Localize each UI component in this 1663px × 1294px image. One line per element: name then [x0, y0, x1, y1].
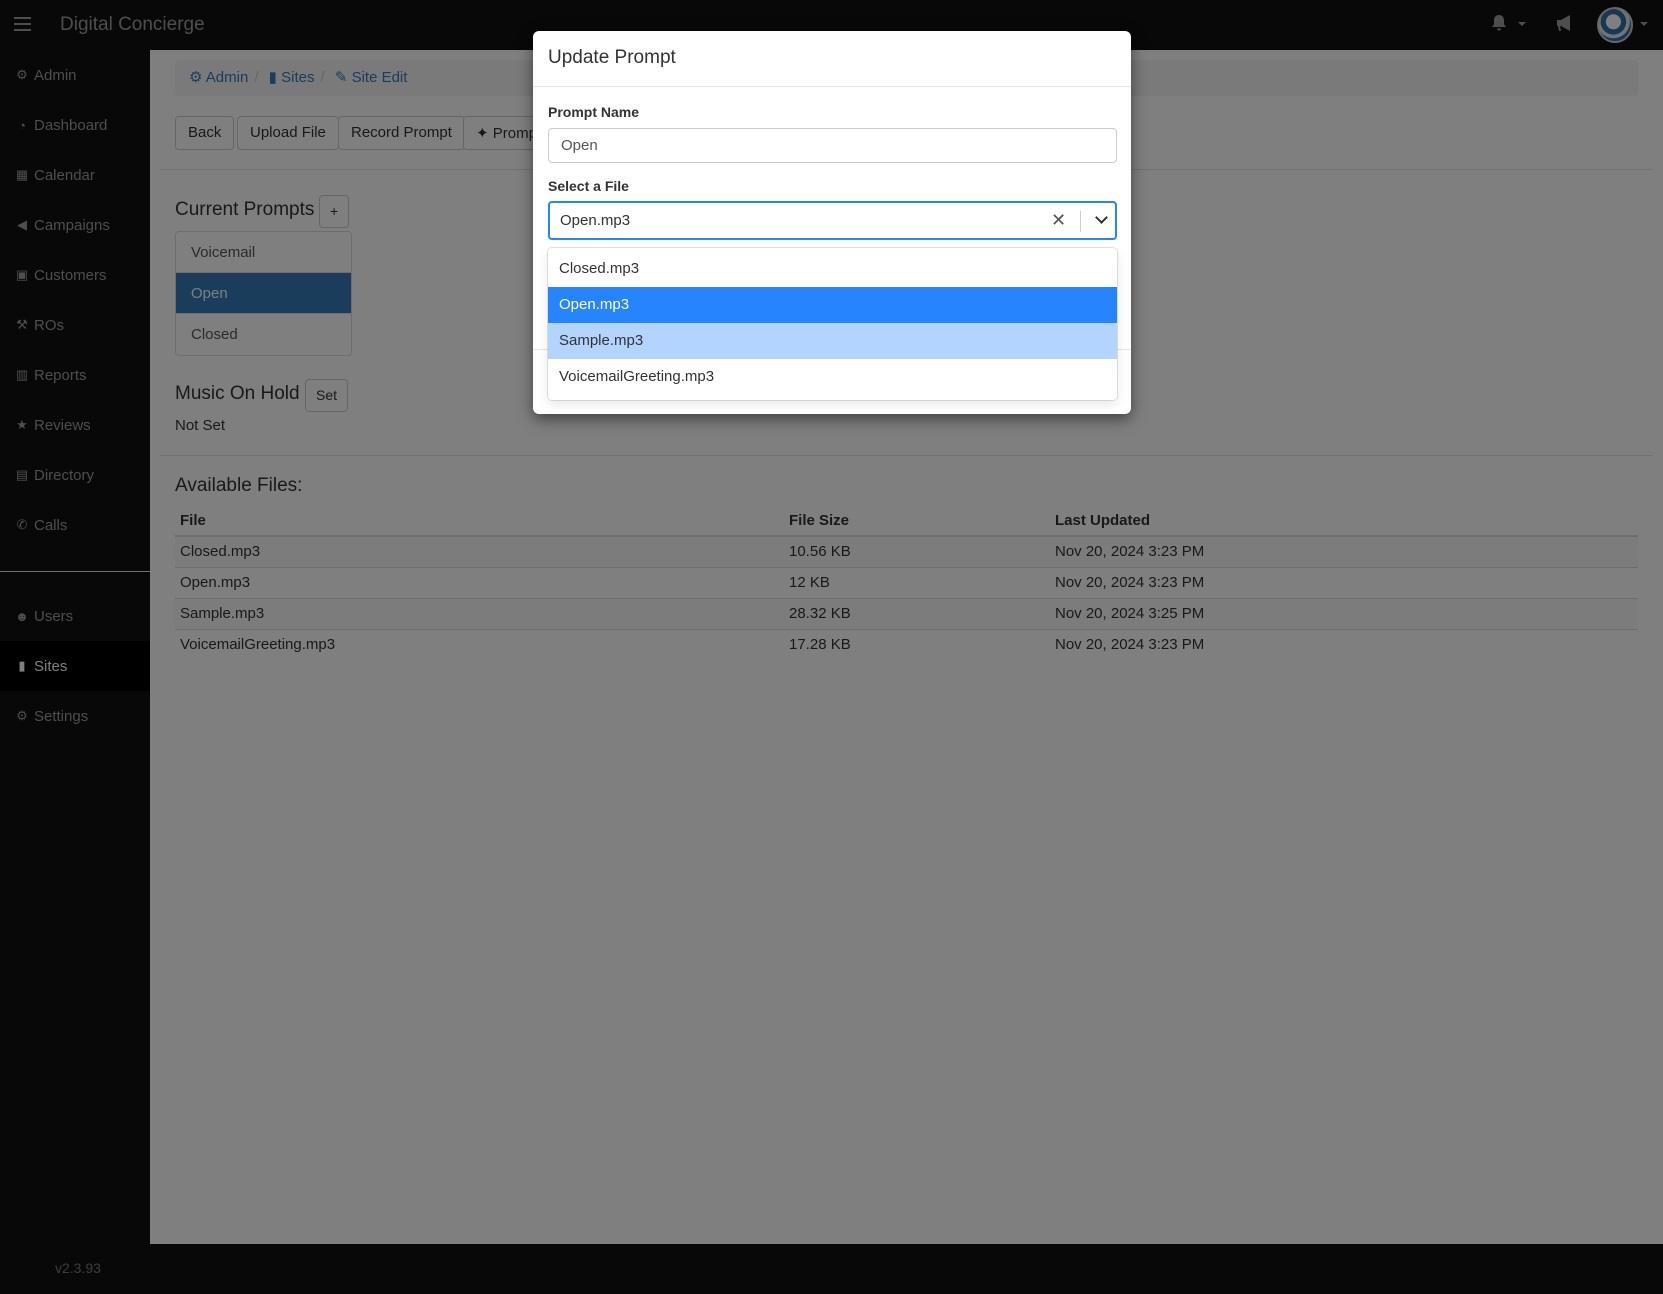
file-option[interactable]: Sample.mp3: [548, 323, 1117, 359]
modal-title: Update Prompt: [533, 31, 1131, 87]
clear-icon[interactable]: ✕: [1051, 210, 1066, 231]
select-separator: [1080, 211, 1081, 232]
file-option[interactable]: VoicemailGreeting.mp3: [548, 359, 1117, 395]
file-select[interactable]: Open.mp3 ✕: [548, 201, 1117, 240]
chevron-down-icon[interactable]: [1095, 211, 1108, 224]
file-option[interactable]: Open.mp3: [548, 287, 1117, 323]
file-select-menu: Closed.mp3 Open.mp3 Sample.mp3 Voicemail…: [548, 248, 1117, 400]
file-select-value: Open.mp3: [560, 212, 631, 229]
prompt-name-label: Prompt Name: [548, 104, 640, 120]
file-option[interactable]: Closed.mp3: [548, 251, 1117, 287]
select-file-label: Select a File: [548, 178, 629, 194]
prompt-name-input[interactable]: [548, 128, 1117, 163]
